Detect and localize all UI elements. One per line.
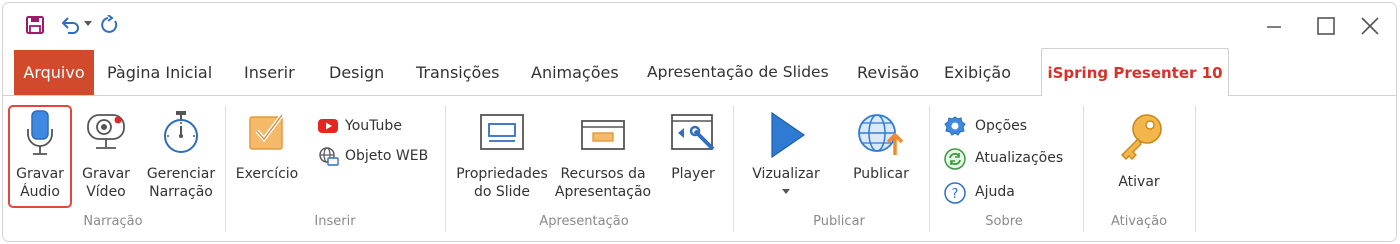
group-separator — [445, 106, 446, 232]
gear-icon — [944, 116, 966, 136]
youtube-button[interactable]: YouTube — [317, 115, 417, 137]
player-icon — [669, 109, 717, 161]
tab-insert[interactable]: Inserir — [244, 50, 295, 95]
slide-properties-icon — [478, 109, 526, 161]
publish-button[interactable]: Publicar — [843, 109, 919, 183]
tab-view[interactable]: Exibição — [944, 50, 1011, 95]
svg-text:?: ? — [952, 187, 959, 202]
group-label-activation: Ativação — [1110, 214, 1168, 229]
group-separator — [733, 106, 734, 232]
record-audio-button[interactable]: Gravar Áudio — [10, 109, 70, 201]
tab-slideshow[interactable]: Apresentação de Slides — [647, 50, 829, 95]
refresh-icon — [944, 148, 966, 170]
minimize-icon[interactable] — [1259, 13, 1289, 39]
preview-button[interactable]: Vizualizar — [747, 109, 825, 195]
tab-file[interactable]: Arquivo — [14, 50, 94, 95]
chevron-down-icon[interactable] — [84, 21, 92, 27]
tab-ispring[interactable]: iSpring Presenter 10 — [1041, 48, 1229, 95]
group-separator — [225, 106, 226, 232]
player-button[interactable]: Player — [663, 109, 723, 183]
group-separator — [1195, 106, 1196, 232]
exercise-button[interactable]: Exercício — [233, 109, 301, 183]
group-label-about: Sobre — [985, 214, 1023, 229]
title-bar — [3, 3, 1396, 47]
group-separator — [1083, 106, 1084, 232]
play-icon — [764, 109, 808, 161]
microphone-icon — [24, 109, 56, 161]
youtube-icon — [317, 116, 339, 136]
tab-home[interactable]: Pàgina Inicial — [107, 50, 212, 95]
manage-narration-button[interactable]: Gerenciar Narração — [145, 109, 217, 201]
chevron-down-icon[interactable] — [782, 189, 790, 195]
save-icon[interactable] — [25, 15, 45, 35]
globe-icon — [317, 146, 339, 166]
tab-design[interactable]: Design — [329, 50, 384, 95]
webcam-icon — [84, 109, 128, 161]
maximize-icon[interactable] — [1311, 13, 1341, 39]
key-icon — [1113, 109, 1165, 167]
globe-upload-icon — [855, 109, 907, 161]
presentation-resources-icon — [577, 109, 629, 161]
undo-icon[interactable] — [60, 15, 82, 35]
presentation-resources-button[interactable]: Recursos da Apresentação — [551, 109, 655, 201]
stopwatch-icon — [161, 109, 201, 161]
activate-button[interactable]: Ativar — [1103, 109, 1175, 191]
group-label-narration: Narração — [83, 214, 143, 229]
updates-button[interactable]: Atualizações — [944, 147, 1074, 170]
group-label-insert: Inserir — [314, 214, 356, 229]
tab-animations[interactable]: Animações — [531, 50, 619, 95]
group-label-presentation: Apresentação — [539, 214, 629, 229]
record-video-button[interactable]: Gravar Vídeo — [76, 109, 136, 201]
tab-review[interactable]: Revisão — [857, 50, 919, 95]
ppt-window: Arquivo Pàgina Inicial Inserir Design Tr… — [2, 2, 1397, 242]
redo-icon[interactable] — [100, 15, 120, 35]
close-icon[interactable] — [1355, 13, 1385, 39]
help-button[interactable]: ? Ajuda — [944, 181, 1054, 204]
group-label-publish: Publicar — [813, 214, 865, 229]
options-button[interactable]: Opções — [944, 115, 1054, 137]
tab-transitions[interactable]: Transições — [416, 50, 500, 95]
group-separator — [929, 106, 930, 232]
slide-properties-button[interactable]: Propriedades do Slide — [452, 109, 552, 201]
exercise-icon — [246, 109, 288, 161]
web-object-button[interactable]: Objeto WEB — [317, 145, 437, 167]
help-icon: ? — [944, 182, 966, 204]
ribbon-tabs: Arquivo Pàgina Inicial Inserir Design Tr… — [3, 48, 1396, 95]
